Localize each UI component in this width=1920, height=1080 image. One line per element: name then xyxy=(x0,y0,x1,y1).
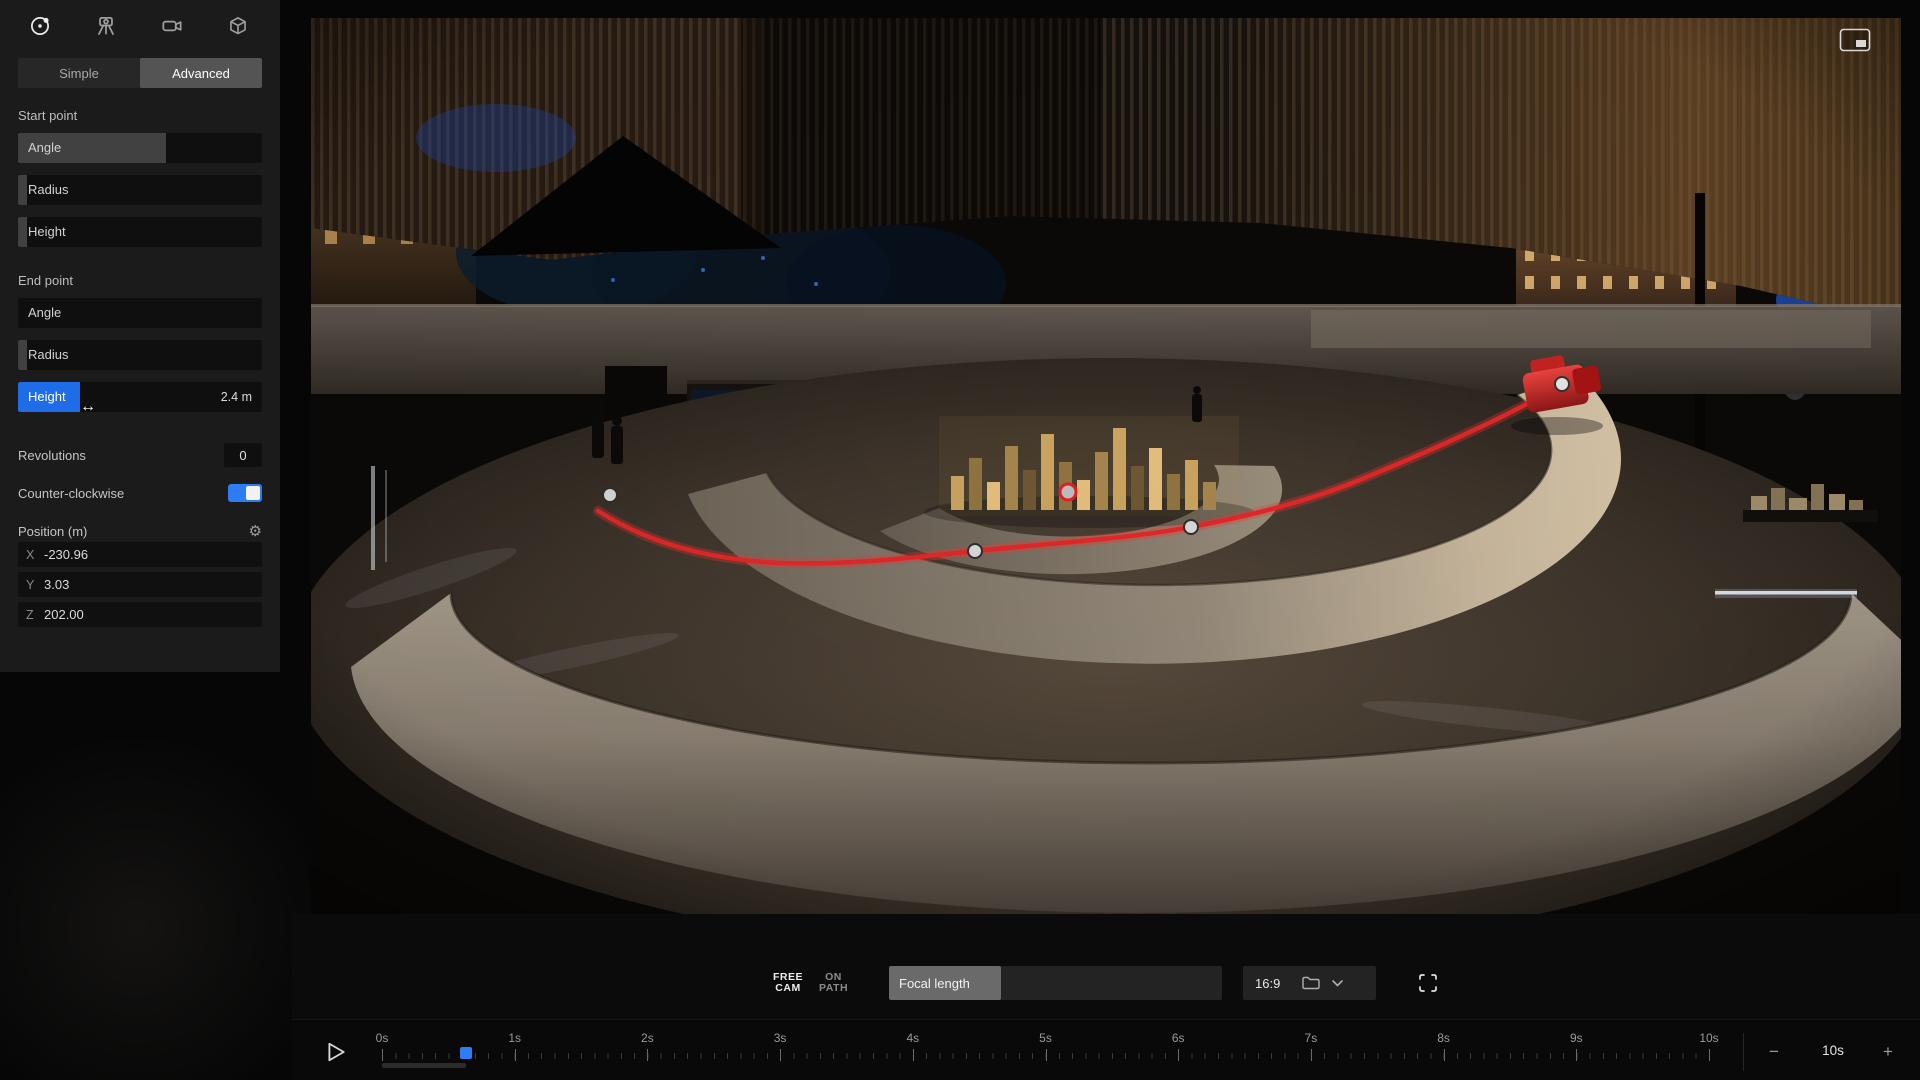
end-height-value: 2.4 m xyxy=(221,382,252,412)
start-radius-slider[interactable]: Radius xyxy=(18,175,262,205)
position-z-field[interactable]: Z 202.00 xyxy=(18,602,262,627)
on-path-label-2: PATH xyxy=(819,983,848,994)
tripod-camera-tool-icon[interactable] xyxy=(90,10,122,42)
z-axis-value: 202.00 xyxy=(44,607,84,622)
timeline-tick xyxy=(1709,1049,1710,1061)
toggle-knob xyxy=(246,486,260,500)
slider-fill xyxy=(18,217,27,247)
camera-path-tool-icon[interactable] xyxy=(24,10,56,42)
timeline-tick xyxy=(1046,1049,1047,1061)
timeline-tick-label: 0s xyxy=(376,1031,389,1045)
revolutions-input[interactable]: 0 xyxy=(224,443,262,467)
timeline-tick xyxy=(647,1049,648,1061)
timeline-tick-label: 4s xyxy=(906,1031,919,1045)
counter-clockwise-toggle[interactable] xyxy=(228,484,262,502)
aspect-ratio-dropdown[interactable]: 16:9 xyxy=(1243,966,1376,1000)
slider-fill xyxy=(18,175,27,205)
end-angle-slider[interactable]: Angle xyxy=(18,298,262,328)
timeline-tick-label: 9s xyxy=(1570,1031,1583,1045)
timeline-tick-label: 10s xyxy=(1699,1031,1718,1045)
end-point-title: End point xyxy=(18,273,262,288)
camera-path-panel: Simple Advanced Start point Angle Radius… xyxy=(0,0,280,672)
viewport-display-toggle-icon[interactable] xyxy=(1839,28,1871,52)
application-window: Simple Advanced Start point Angle Radius… xyxy=(0,0,1920,1080)
x-axis-label: X xyxy=(26,548,42,562)
timeline-divider xyxy=(1743,1033,1744,1071)
folder-icon xyxy=(1302,976,1320,990)
start-angle-slider[interactable]: Angle xyxy=(18,133,262,163)
timeline-ruler[interactable]: 0s1s2s3s4s5s6s7s8s9s10s xyxy=(382,1031,1722,1077)
timeline-tick xyxy=(913,1049,914,1061)
focal-length-label: Focal length xyxy=(889,966,1001,1000)
focal-length-slider[interactable]: Focal length xyxy=(889,966,1222,1000)
end-height-label: Height xyxy=(28,382,66,412)
timeline-tick xyxy=(1178,1049,1179,1061)
position-y-field[interactable]: Y 3.03 xyxy=(18,572,262,597)
counter-clockwise-label: Counter-clockwise xyxy=(18,486,124,501)
end-height-slider[interactable]: Height 2.4 m xyxy=(18,382,262,412)
scene-render[interactable] xyxy=(311,18,1901,914)
chevron-down-icon xyxy=(1332,980,1343,987)
viewport-3d[interactable] xyxy=(311,18,1901,914)
z-axis-label: Z xyxy=(26,608,42,622)
timeline-tick-label: 5s xyxy=(1039,1031,1052,1045)
timeline-tick-label: 2s xyxy=(641,1031,654,1045)
timeline-tick xyxy=(780,1049,781,1061)
playhead[interactable] xyxy=(460,1047,472,1059)
vignette xyxy=(311,18,1901,914)
timeline: 0s 1s 2s 3s 4s 5s 6s 7s 8s 9s 10s − 10s + xyxy=(292,1019,1920,1080)
start-radius-label: Radius xyxy=(28,175,68,205)
end-radius-slider[interactable]: Radius xyxy=(18,340,262,370)
revolutions-row: Revolutions 0 xyxy=(18,442,262,468)
camera-toolbar: FREECAM ONPATH Focal length 16:9 xyxy=(292,914,1920,1019)
timeline-tick-label: 7s xyxy=(1305,1031,1318,1045)
timeline-tick-label: 1s xyxy=(508,1031,521,1045)
timeline-tick xyxy=(515,1049,516,1061)
timeline-tick-label: 8s xyxy=(1437,1031,1450,1045)
duration-value[interactable]: 10s xyxy=(1798,1043,1868,1058)
start-angle-label: Angle xyxy=(28,133,61,163)
revolutions-label: Revolutions xyxy=(18,448,86,463)
gear-icon[interactable]: ⚙ xyxy=(249,524,262,539)
counter-clockwise-row: Counter-clockwise xyxy=(18,482,262,504)
capture-frame-button[interactable] xyxy=(1410,966,1446,1000)
position-row: Position (m) ⚙ xyxy=(18,520,262,542)
timeline-tick-label: 6s xyxy=(1172,1031,1185,1045)
slider-fill xyxy=(18,340,27,370)
tool-icon-row xyxy=(0,0,280,52)
y-axis-label: Y xyxy=(26,578,42,592)
timeline-tick xyxy=(1311,1049,1312,1061)
tab-simple[interactable]: Simple xyxy=(18,58,140,88)
free-cam-label-2: CAM xyxy=(773,983,803,994)
x-axis-value: -230.96 xyxy=(44,547,88,562)
timeline-tick xyxy=(1444,1049,1445,1061)
timeline-tick xyxy=(1576,1049,1577,1061)
end-radius-label: Radius xyxy=(28,340,68,370)
on-path-button[interactable]: ONPATH xyxy=(819,966,848,1000)
position-x-field[interactable]: X -230.96 xyxy=(18,542,262,567)
start-height-label: Height xyxy=(28,217,66,247)
end-angle-label: Angle xyxy=(28,298,61,328)
duration-increase-button[interactable]: + xyxy=(1874,1040,1902,1064)
play-button[interactable] xyxy=(325,1041,347,1063)
duration-decrease-button[interactable]: − xyxy=(1760,1040,1788,1064)
start-point-title: Start point xyxy=(18,108,262,123)
video-camera-tool-icon[interactable] xyxy=(156,10,188,42)
y-axis-value: 3.03 xyxy=(44,577,69,592)
scene-settings-tool-icon[interactable] xyxy=(222,10,254,42)
elapsed-bar xyxy=(382,1063,466,1068)
free-cam-button[interactable]: FREECAM xyxy=(773,966,803,1000)
aspect-ratio-value: 16:9 xyxy=(1255,976,1280,991)
timeline-tick xyxy=(382,1049,383,1061)
tab-advanced[interactable]: Advanced xyxy=(140,58,262,88)
mode-tabs: Simple Advanced xyxy=(18,58,262,88)
timeline-tick-label: 3s xyxy=(774,1031,787,1045)
start-height-slider[interactable]: Height xyxy=(18,217,262,247)
position-label: Position (m) xyxy=(18,524,87,539)
